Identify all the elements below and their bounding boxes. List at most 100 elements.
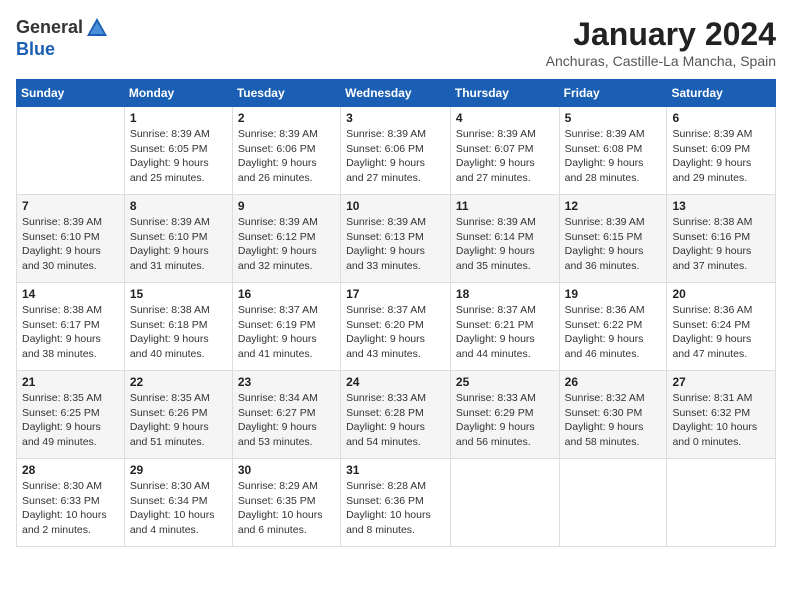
calendar-week-row: 1 Sunrise: 8:39 AMSunset: 6:05 PMDaylight… <box>17 107 776 195</box>
day-number: 11 <box>456 199 554 213</box>
month-year-title: January 2024 <box>546 16 776 53</box>
calendar-cell: 26Sunrise: 8:32 AMSunset: 6:30 PMDayligh… <box>559 371 667 459</box>
day-number: 15 <box>130 287 227 301</box>
day-number: 30 <box>238 463 335 477</box>
calendar-week-row: 14Sunrise: 8:38 AMSunset: 6:17 PMDayligh… <box>17 283 776 371</box>
weekday-header-saturday: Saturday <box>667 80 776 107</box>
cell-info: Sunrise: 8:39 AMSunset: 6:15 PMDaylight:… <box>565 215 662 274</box>
day-number: 2 <box>238 111 335 125</box>
day-number: 5 <box>565 111 662 125</box>
calendar-cell: 25 Sunrise: 8:33 AMSunset: 6:29 PMDayligh… <box>450 371 559 459</box>
calendar-cell: 24 Sunrise: 8:33 AMSunset: 6:28 PMDayligh… <box>341 371 451 459</box>
cell-info: Sunrise: 8:39 AMSunset: 6:08 PMDaylight:… <box>565 127 662 186</box>
cell-info: Sunrise: 8:39 AMSunset: 6:10 PMDaylight:… <box>130 215 227 274</box>
calendar-cell: 20Sunrise: 8:36 AMSunset: 6:24 PMDayligh… <box>667 283 776 371</box>
day-number: 22 <box>130 375 227 389</box>
calendar-cell: 15Sunrise: 8:38 AMSunset: 6:18 PMDayligh… <box>124 283 232 371</box>
calendar-cell: 7Sunrise: 8:39 AMSunset: 6:10 PMDaylight… <box>17 195 125 283</box>
calendar-cell: 17 Sunrise: 8:37 AMSunset: 6:20 PMDayligh… <box>341 283 451 371</box>
calendar-cell: 12 Sunrise: 8:39 AMSunset: 6:15 PMDayligh… <box>559 195 667 283</box>
cell-info: Sunrise: 8:38 AMSunset: 6:16 PMDaylight:… <box>672 215 770 274</box>
calendar-cell: 19Sunrise: 8:36 AMSunset: 6:22 PMDayligh… <box>559 283 667 371</box>
cell-info: Sunrise: 8:29 AMSunset: 6:35 PMDaylight:… <box>238 479 335 538</box>
day-number: 24 <box>346 375 445 389</box>
calendar-cell: 21 Sunrise: 8:35 AMSunset: 6:25 PMDayligh… <box>17 371 125 459</box>
logo-general: General <box>16 18 83 38</box>
weekday-header-tuesday: Tuesday <box>232 80 340 107</box>
day-number: 16 <box>238 287 335 301</box>
calendar-cell: 29 Sunrise: 8:30 AMSunset: 6:34 PMDayligh… <box>124 459 232 547</box>
calendar-cell <box>450 459 559 547</box>
weekday-header-friday: Friday <box>559 80 667 107</box>
weekday-header-row: SundayMondayTuesdayWednesdayThursdayFrid… <box>17 80 776 107</box>
calendar-cell: 13 Sunrise: 8:38 AMSunset: 6:16 PMDayligh… <box>667 195 776 283</box>
calendar-cell <box>559 459 667 547</box>
day-number: 20 <box>672 287 770 301</box>
cell-info: Sunrise: 8:30 AMSunset: 6:34 PMDaylight:… <box>130 479 227 538</box>
cell-info: Sunrise: 8:39 AMSunset: 6:07 PMDaylight:… <box>456 127 554 186</box>
location-subtitle: Anchuras, Castille-La Mancha, Spain <box>546 53 776 69</box>
cell-info: Sunrise: 8:37 AMSunset: 6:19 PMDaylight:… <box>238 303 335 362</box>
day-number: 3 <box>346 111 445 125</box>
cell-info: Sunrise: 8:39 AMSunset: 6:09 PMDaylight:… <box>672 127 770 186</box>
calendar-cell: 22 Sunrise: 8:35 AMSunset: 6:26 PMDayligh… <box>124 371 232 459</box>
calendar-cell: 27 Sunrise: 8:31 AMSunset: 6:32 PMDayligh… <box>667 371 776 459</box>
cell-info: Sunrise: 8:35 AMSunset: 6:26 PMDaylight:… <box>130 391 227 450</box>
calendar-cell: 9 Sunrise: 8:39 AMSunset: 6:12 PMDaylight… <box>232 195 340 283</box>
cell-info: Sunrise: 8:39 AMSunset: 6:14 PMDaylight:… <box>456 215 554 274</box>
cell-info: Sunrise: 8:37 AMSunset: 6:21 PMDaylight:… <box>456 303 554 362</box>
day-number: 27 <box>672 375 770 389</box>
calendar-cell: 28Sunrise: 8:30 AMSunset: 6:33 PMDayligh… <box>17 459 125 547</box>
header: General Blue January 2024 Anchuras, Cast… <box>16 16 776 69</box>
calendar-cell: 10Sunrise: 8:39 AMSunset: 6:13 PMDayligh… <box>341 195 451 283</box>
title-area: January 2024 Anchuras, Castille-La Manch… <box>546 16 776 69</box>
calendar-cell: 3Sunrise: 8:39 AMSunset: 6:06 PMDaylight… <box>341 107 451 195</box>
calendar-cell: 5 Sunrise: 8:39 AMSunset: 6:08 PMDaylight… <box>559 107 667 195</box>
day-number: 1 <box>130 111 227 125</box>
cell-info: Sunrise: 8:33 AMSunset: 6:28 PMDaylight:… <box>346 391 445 450</box>
cell-info: Sunrise: 8:39 AMSunset: 6:06 PMDaylight:… <box>238 127 335 186</box>
cell-info: Sunrise: 8:34 AMSunset: 6:27 PMDaylight:… <box>238 391 335 450</box>
day-number: 17 <box>346 287 445 301</box>
day-number: 8 <box>130 199 227 213</box>
cell-info: Sunrise: 8:28 AMSunset: 6:36 PMDaylight:… <box>346 479 445 538</box>
day-number: 29 <box>130 463 227 477</box>
calendar-cell <box>17 107 125 195</box>
day-number: 4 <box>456 111 554 125</box>
cell-info: Sunrise: 8:32 AMSunset: 6:30 PMDaylight:… <box>565 391 662 450</box>
calendar-cell: 16 Sunrise: 8:37 AMSunset: 6:19 PMDayligh… <box>232 283 340 371</box>
day-number: 21 <box>22 375 119 389</box>
cell-info: Sunrise: 8:39 AMSunset: 6:12 PMDaylight:… <box>238 215 335 274</box>
calendar-week-row: 28Sunrise: 8:30 AMSunset: 6:33 PMDayligh… <box>17 459 776 547</box>
calendar-cell: 8 Sunrise: 8:39 AMSunset: 6:10 PMDaylight… <box>124 195 232 283</box>
cell-info: Sunrise: 8:35 AMSunset: 6:25 PMDaylight:… <box>22 391 119 450</box>
cell-info: Sunrise: 8:39 AMSunset: 6:13 PMDaylight:… <box>346 215 445 274</box>
day-number: 13 <box>672 199 770 213</box>
day-number: 18 <box>456 287 554 301</box>
calendar-cell: 23Sunrise: 8:34 AMSunset: 6:27 PMDayligh… <box>232 371 340 459</box>
day-number: 12 <box>565 199 662 213</box>
calendar-cell: 6 Sunrise: 8:39 AMSunset: 6:09 PMDaylight… <box>667 107 776 195</box>
cell-info: Sunrise: 8:39 AMSunset: 6:05 PMDaylight:… <box>130 127 227 186</box>
day-number: 6 <box>672 111 770 125</box>
calendar-week-row: 21 Sunrise: 8:35 AMSunset: 6:25 PMDayligh… <box>17 371 776 459</box>
day-number: 7 <box>22 199 119 213</box>
day-number: 25 <box>456 375 554 389</box>
calendar-cell: 2 Sunrise: 8:39 AMSunset: 6:06 PMDaylight… <box>232 107 340 195</box>
calendar-cell: 14Sunrise: 8:38 AMSunset: 6:17 PMDayligh… <box>17 283 125 371</box>
calendar-table: SundayMondayTuesdayWednesdayThursdayFrid… <box>16 79 776 547</box>
calendar-cell: 11 Sunrise: 8:39 AMSunset: 6:14 PMDayligh… <box>450 195 559 283</box>
day-number: 28 <box>22 463 119 477</box>
cell-info: Sunrise: 8:37 AMSunset: 6:20 PMDaylight:… <box>346 303 445 362</box>
day-number: 9 <box>238 199 335 213</box>
calendar-cell <box>667 459 776 547</box>
calendar-week-row: 7 Sunrise: 8:39 AMSunset: 6:10 PMDaylight… <box>17 195 776 283</box>
day-number: 31 <box>346 463 445 477</box>
cell-info: Sunrise: 8:31 AMSunset: 6:32 PMDaylight:… <box>672 391 770 450</box>
day-number: 14 <box>22 287 119 301</box>
logo-area: General Blue <box>16 16 109 60</box>
cell-info: Sunrise: 8:33 AMSunset: 6:29 PMDaylight:… <box>456 391 554 450</box>
weekday-header-monday: Monday <box>124 80 232 107</box>
weekday-header-thursday: Thursday <box>450 80 559 107</box>
calendar-cell: 31 Sunrise: 8:28 AMSunset: 6:36 PMDayligh… <box>341 459 451 547</box>
